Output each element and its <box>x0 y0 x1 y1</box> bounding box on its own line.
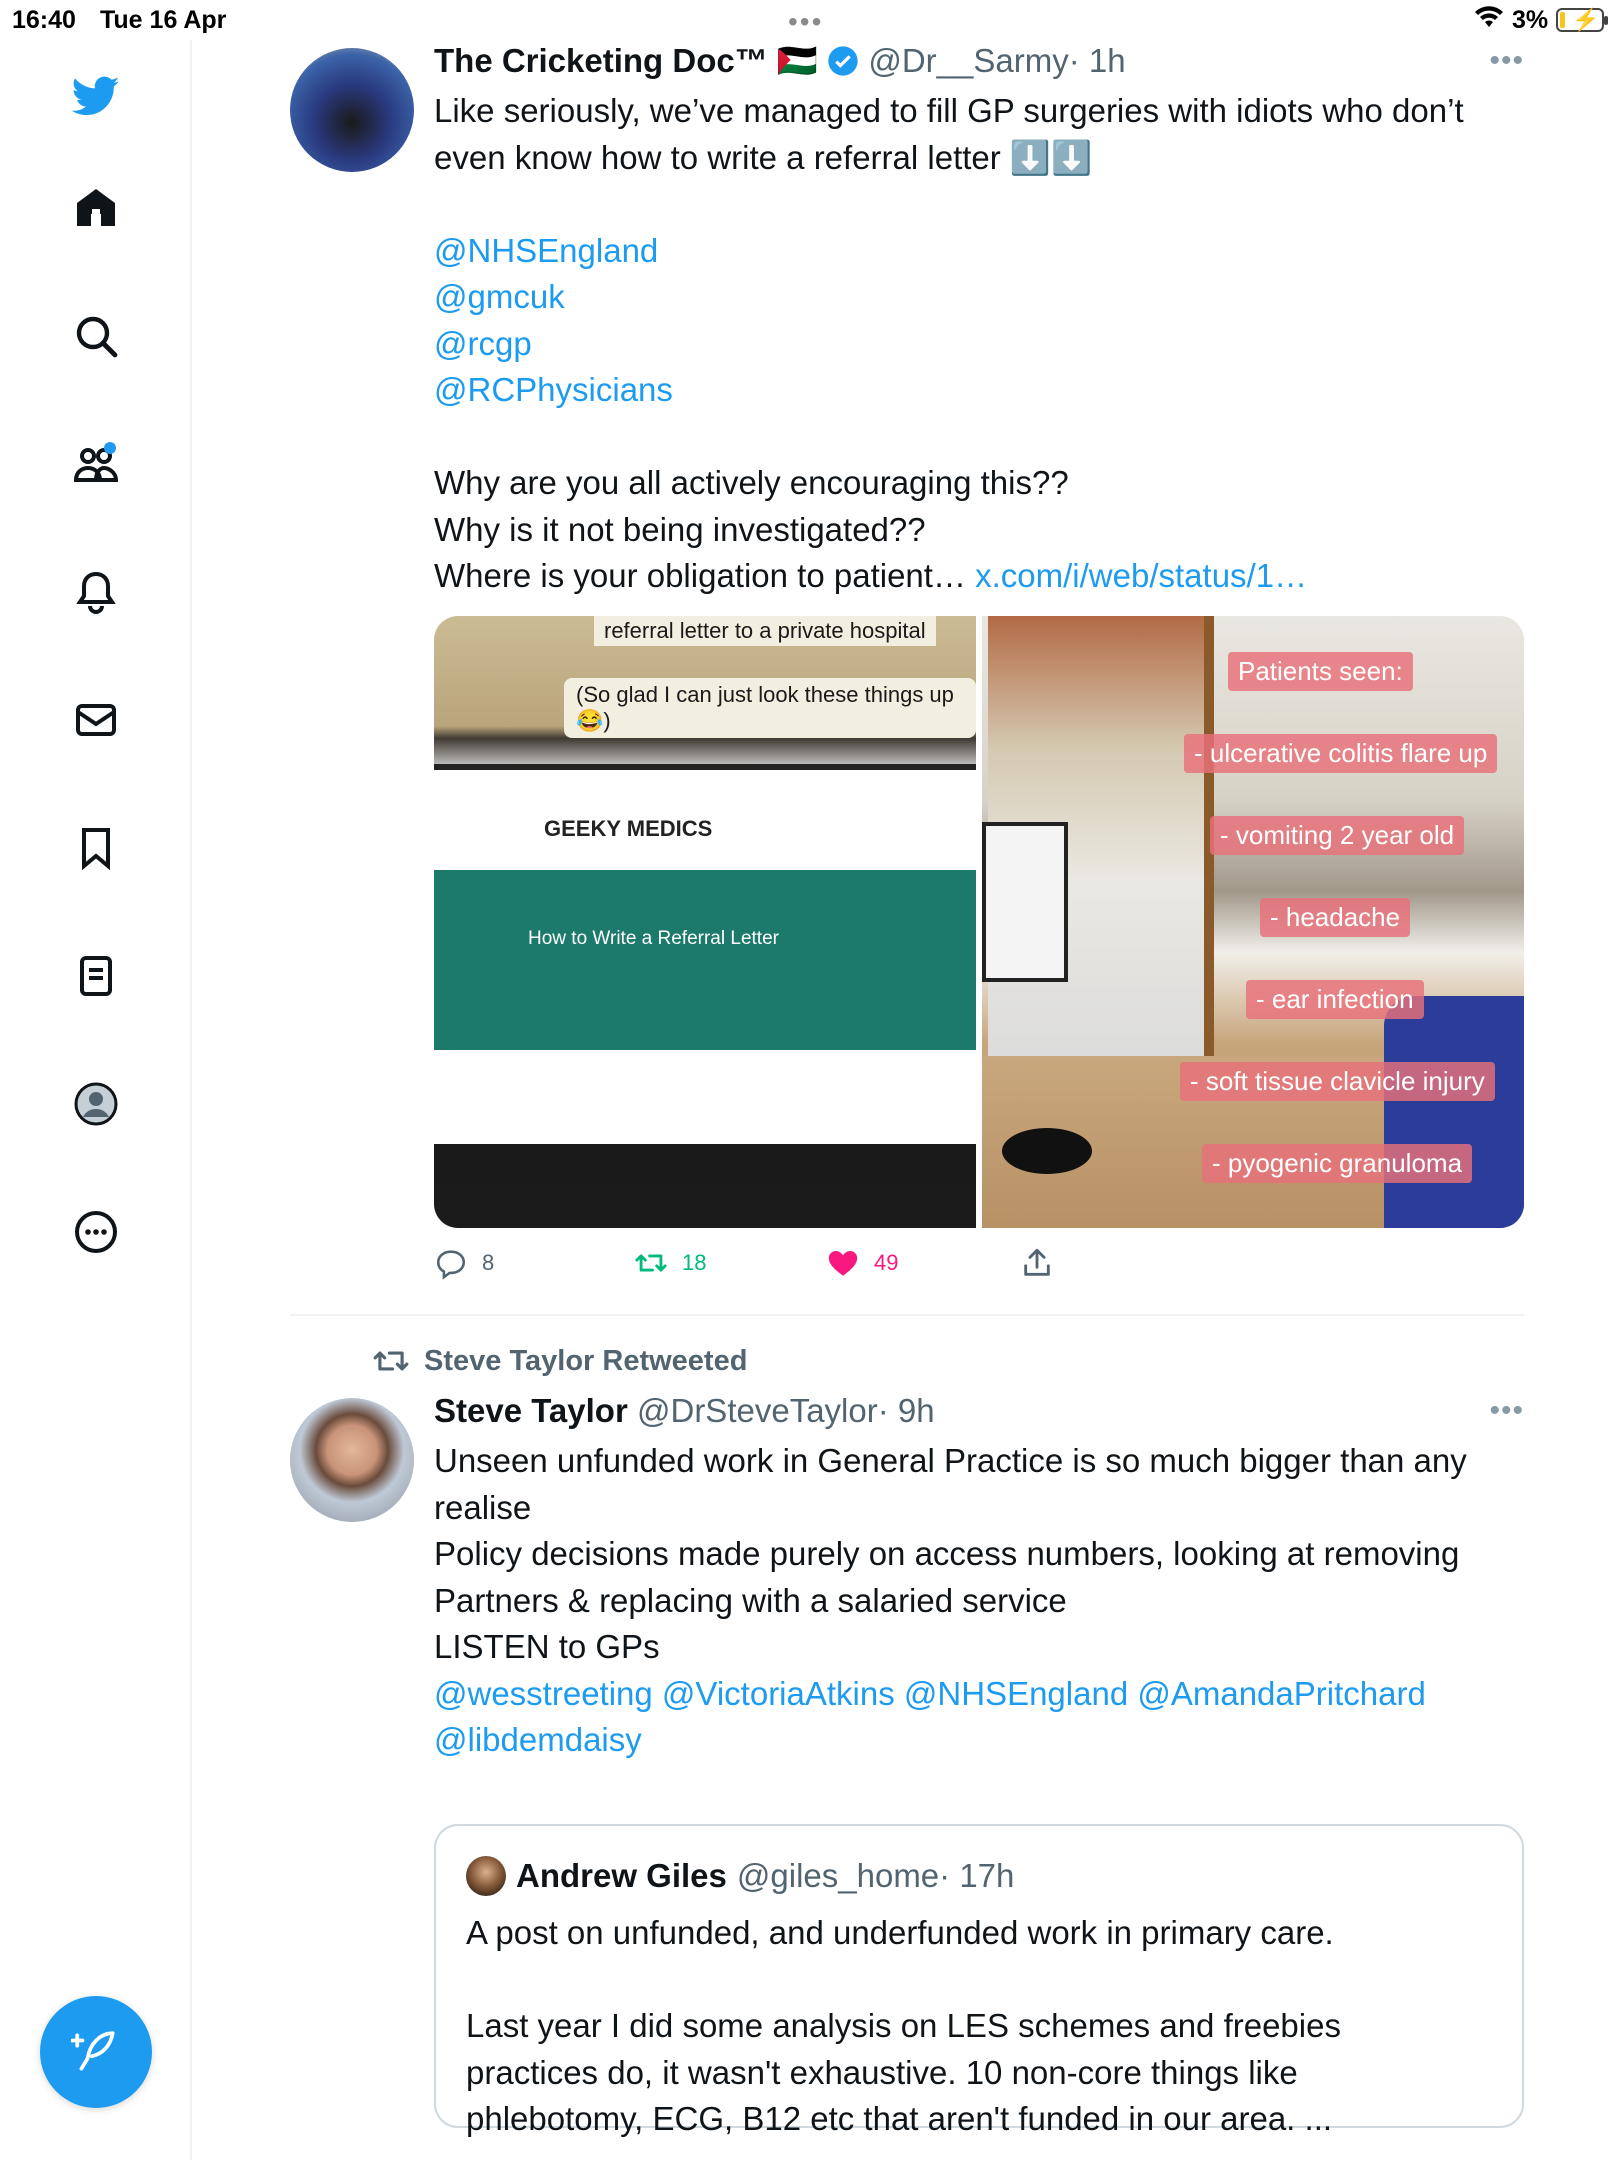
more-icon[interactable] <box>66 1202 126 1262</box>
avatar[interactable] <box>290 48 414 172</box>
retweeted-by[interactable]: Steve Taylor Retweeted <box>372 1342 747 1380</box>
reply-button[interactable]: 8 <box>434 1246 494 1280</box>
reply-count: 8 <box>482 1250 495 1275</box>
reply-icon <box>436 1250 466 1280</box>
tweet-text-line: Unseen unfunded work in General Practice… <box>434 1442 1467 1479</box>
share-icon <box>1024 1248 1050 1276</box>
retweet-icon <box>635 1254 667 1272</box>
like-button[interactable]: 49 <box>826 1246 898 1280</box>
author-name[interactable]: The Cricketing Doc™ <box>434 42 768 79</box>
sidebar <box>0 40 192 2160</box>
image-label: - ear infection <box>1246 980 1424 1019</box>
more-options-icon[interactable]: ••• <box>1489 44 1524 78</box>
tweet-text-line: Why is it not being investigated?? <box>434 510 926 548</box>
quoted-text-line: Last year I did some analysis on LES sch… <box>466 2007 1341 2044</box>
compose-feather-icon <box>71 2031 115 2071</box>
tweet-text-line: realise <box>434 1488 532 1526</box>
image-label: - soft tissue clavicle injury <box>1180 1062 1495 1101</box>
heart-icon <box>828 1250 858 1276</box>
retweeted-by-label: Steve Taylor Retweeted <box>424 1344 748 1377</box>
status-time: 16:40 <box>12 6 76 34</box>
monitor-screen: GEEKY MEDICS How to Write a Referral Let… <box>434 764 976 1184</box>
tweet-time[interactable]: · 9h <box>878 1392 935 1429</box>
status-bar: 16:40 Tue 16 Apr ••• 3% ⚡ <box>0 0 1620 40</box>
tweet-text-line: Like seriously, we’ve managed to fill GP… <box>434 92 1464 129</box>
site-logo: GEEKY MEDICS <box>544 816 713 841</box>
status-link[interactable]: x.com/i/web/status/1… <box>975 557 1307 594</box>
flag-emoji: 🇵🇸 <box>776 42 818 79</box>
mention-links[interactable]: @wesstreeting @VictoriaAtkins @NHSEnglan… <box>434 1671 1524 1718</box>
image-label: - ulcerative colitis flare up <box>1184 734 1498 773</box>
quoted-text-line: A post on unfunded, and underfunded work… <box>466 1914 1334 1951</box>
share-button[interactable] <box>1020 1246 1054 1280</box>
quoted-text-line: practices do, it wasn't exhaustive. 10 n… <box>466 2053 1298 2091</box>
quoted-tweet-header: Andrew Giles @giles_home· 17h <box>466 1856 1014 1896</box>
tweet-text: Like seriously, we’ve managed to fill GP… <box>434 88 1524 600</box>
twitter-logo-icon[interactable] <box>66 66 126 126</box>
home-icon[interactable] <box>66 178 126 238</box>
tweet-text-line: Why are you all actively encouraging thi… <box>434 464 1069 501</box>
image-label: - headache <box>1260 898 1411 937</box>
quoted-text-line: phlebotomy, ECG, B12 etc that aren't fun… <box>466 2100 1333 2137</box>
mention-link[interactable]: @NHSEngland <box>434 228 1524 275</box>
tweet-header: Steve Taylor @DrSteveTaylor· 9h <box>434 1392 935 1430</box>
image-label: - pyogenic granuloma <box>1202 1144 1473 1183</box>
media-image-right[interactable]: Patients seen: - ulcerative colitis flar… <box>982 616 1524 1228</box>
tweet-header: The Cricketing Doc™ 🇵🇸 @Dr__Sarmy· 1h <box>434 42 1126 81</box>
mention-link[interactable]: @libdemdaisy <box>434 1717 1524 1764</box>
image-label: - vomiting 2 year old <box>1210 816 1465 855</box>
tweet-media[interactable]: referral letter to a private hospital (S… <box>434 616 1524 1228</box>
quoted-author-name[interactable]: Andrew Giles <box>516 1857 727 1895</box>
battery-icon: ⚡ <box>1556 7 1608 32</box>
tweet-text-line: Where is your obligation to patient… <box>434 557 966 594</box>
author-handle[interactable]: @Dr__Sarmy <box>868 42 1068 79</box>
tweet-actions: 8 18 49 <box>434 1246 1524 1286</box>
quoted-author-handle[interactable]: @giles_home <box>737 1857 939 1894</box>
tweet-text-line: even know how to write a referral letter… <box>434 138 1093 176</box>
notifications-icon[interactable] <box>66 562 126 622</box>
image-caption: (So glad I can just look these things up… <box>564 678 976 738</box>
quoted-tweet-text: A post on unfunded, and underfunded work… <box>466 1910 1506 2143</box>
tweet-divider <box>290 1314 1524 1316</box>
bookmarks-icon[interactable] <box>66 818 126 878</box>
more-options-icon[interactable]: ••• <box>1489 1394 1524 1428</box>
mention-link[interactable]: @rcgp <box>434 321 1524 368</box>
author-name[interactable]: Steve Taylor <box>434 1392 628 1429</box>
image-label: Patients seen: <box>1228 652 1413 691</box>
multitasking-dots-icon[interactable]: ••• <box>788 6 823 38</box>
status-date: Tue 16 Apr <box>100 6 227 34</box>
retweet-icon <box>373 1351 409 1371</box>
retweet-count: 18 <box>682 1250 707 1275</box>
tweet-text-line: Partners & replacing with a salaried ser… <box>434 1581 1067 1619</box>
wifi-icon <box>1475 6 1503 27</box>
quoted-avatar[interactable] <box>466 1856 506 1896</box>
compose-tweet-button[interactable] <box>40 1996 152 2108</box>
tweet-text-line: LISTEN to GPs <box>434 1628 660 1665</box>
article-title: How to Write a Referral Letter <box>528 928 779 949</box>
author-handle[interactable]: @DrSteveTaylor <box>637 1392 878 1429</box>
verified-badge-icon <box>828 46 858 76</box>
media-image-left[interactable]: referral letter to a private hospital (S… <box>434 616 976 1228</box>
messages-icon[interactable] <box>66 690 126 750</box>
tweet-text: Unseen unfunded work in General Practice… <box>434 1438 1524 1764</box>
mention-link[interactable]: @RCPhysicians <box>434 367 1524 414</box>
tweet-time[interactable]: · 1h <box>1069 42 1126 79</box>
image-caption: referral letter to a private hospital <box>594 616 936 646</box>
quoted-tweet[interactable]: Andrew Giles @giles_home· 17h A post on … <box>434 1824 1524 2137</box>
notification-dot <box>104 442 116 454</box>
avatar[interactable] <box>290 1398 414 1522</box>
battery-percent: 3% <box>1512 6 1549 34</box>
retweet-button[interactable]: 18 <box>634 1246 706 1280</box>
profile-icon[interactable] <box>66 1074 126 1134</box>
like-count: 49 <box>874 1250 899 1275</box>
communities-icon[interactable] <box>66 434 126 494</box>
mention-link[interactable]: @gmcuk <box>434 274 1524 321</box>
search-icon[interactable] <box>66 306 126 366</box>
lists-icon[interactable] <box>66 946 126 1006</box>
tweet-text-line: Policy decisions made purely on access n… <box>434 1535 1460 1572</box>
quoted-tweet-time[interactable]: · 17h <box>939 1857 1014 1894</box>
